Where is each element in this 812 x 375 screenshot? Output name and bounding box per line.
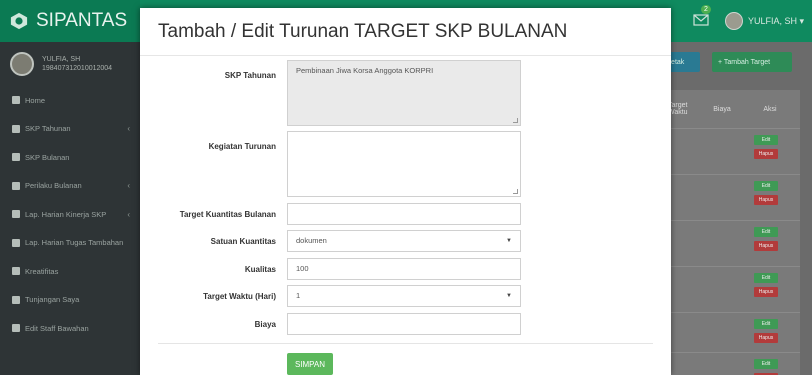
menu-icon (12, 124, 20, 133)
user-menu[interactable]: YULFIA, SH ▾ (724, 12, 804, 30)
topbar-right: 2 YULFIA, SH ▾ (693, 0, 804, 42)
menu-icon (12, 181, 20, 190)
target-waktu-value: 1 (296, 291, 301, 300)
menu-icon (12, 238, 20, 247)
sidebar-item-label: Lap. Harian Tugas Tambahan (25, 238, 124, 248)
kualitas-input[interactable]: 100 (287, 258, 521, 280)
biaya-label: Biaya (254, 320, 276, 329)
skp-tahunan-field: Pembinaan Jiwa Korsa Anggota KORPRI (287, 60, 521, 126)
chevron-down-icon: ▼ (506, 238, 512, 244)
chevron-left-icon: ‹ (127, 124, 130, 134)
user-nip: 198407312010012004 (42, 65, 113, 72)
kegiatan-turunan-label: Kegiatan Turunan (208, 142, 276, 151)
user-name: YULFIA, SH (42, 56, 81, 63)
sidebar-item-label: SKP Tahunan (25, 124, 71, 134)
target-table: Target Waktu Biaya Aksi Edit Hapus Edit Hap… (668, 90, 800, 375)
menu-icon (12, 153, 20, 162)
sidebar-item-label: Kreatifitas (25, 266, 59, 276)
table-header-target-waktu: Target Waktu (668, 102, 688, 116)
resize-grip-icon (513, 118, 518, 123)
table-header-biaya: Biaya (713, 105, 731, 113)
sidebar-item-label: Tunjangan Saya (25, 295, 80, 305)
chevron-left-icon: ‹ (127, 181, 130, 191)
modal-divider (158, 343, 653, 344)
table-row: Edit Hapus (668, 312, 800, 352)
edit-button[interactable]: Edit (754, 319, 778, 329)
delete-button[interactable]: Hapus (754, 149, 778, 159)
kualitas-label: Kualitas (244, 265, 276, 274)
delete-button[interactable]: Hapus (754, 241, 778, 251)
sidebar-item-label: SKP Bulanan (25, 152, 70, 162)
satuan-kuantitas-value: dokumen (296, 236, 327, 245)
chevron-down-icon: ▼ (506, 293, 512, 299)
avatar (724, 12, 743, 30)
edit-button[interactable]: Edit (754, 181, 778, 191)
menu-icon (12, 267, 20, 276)
table-header-aksi: Aksi (763, 105, 777, 113)
table-row: EditHapus (668, 352, 800, 375)
target-waktu-label: Target Waktu (Hari) (203, 292, 276, 301)
notification-badge: 2 (700, 5, 711, 14)
table-row: Edit Hapus (668, 174, 800, 220)
edit-button[interactable]: Edit (754, 227, 778, 237)
sidebar-item-label: Home (25, 95, 46, 105)
biaya-input[interactable] (287, 313, 521, 335)
delete-button[interactable]: Hapus (754, 333, 778, 343)
app-brand[interactable]: SIPANTAS (0, 0, 140, 42)
delete-button[interactable]: Hapus (754, 287, 778, 297)
table-row: Edit Hapus (668, 128, 800, 174)
skp-tahunan-value: Pembinaan Jiwa Korsa Anggota KORPRI (296, 66, 434, 75)
table-row: Edit Hapus (668, 266, 800, 312)
satuan-kuantitas-select[interactable]: dokumen ▼ (287, 230, 521, 252)
edit-button[interactable]: Edit (754, 273, 778, 283)
menu-icon (12, 324, 20, 333)
app-title: SIPANTAS (36, 10, 128, 31)
delete-button[interactable]: Hapus (754, 195, 778, 205)
user-menu-label: YULFIA, SH ▾ (747, 15, 804, 26)
user-info: YULFIA, SH 198407312010012004 (42, 55, 112, 73)
sidebar: YULFIA, SH 198407312010012004 Home SKP Ta… (0, 42, 140, 375)
modal-header: Tambah / Edit Turunan TARGET SKP BULANAN (140, 8, 671, 56)
sidebar-item[interactable]: Edit Staff Bawahan (0, 314, 140, 343)
satuan-kuantitas-label: Satuan Kuantitas (210, 237, 276, 246)
table-row: Edit Hapus (668, 220, 800, 266)
add-target-button[interactable]: + Tambah Target (712, 52, 792, 72)
kegiatan-turunan-field[interactable] (287, 131, 521, 197)
avatar (10, 52, 34, 76)
target-kuantitas-label: Target Kuantitas Bulanan (179, 210, 276, 219)
logo-icon (10, 12, 28, 30)
sidebar-item-label: Lap. Harian Kinerja SKP (25, 209, 107, 219)
sidebar-item[interactable]: SKP Bulanan (0, 143, 140, 172)
resize-grip-icon (513, 189, 518, 194)
kualitas-value: 100 (296, 264, 309, 273)
sidebar-item-label: Edit Staff Bawahan (25, 323, 89, 333)
mail-icon[interactable]: 2 (693, 5, 713, 29)
edit-target-modal: Tambah / Edit Turunan TARGET SKP BULANAN… (140, 8, 671, 375)
skp-tahunan-label: SKP Tahunan (224, 71, 276, 80)
modal-title: Tambah / Edit Turunan TARGET SKP BULANAN (158, 20, 568, 42)
target-kuantitas-input[interactable] (287, 203, 521, 225)
sidebar-item[interactable]: Tunjangan Saya (0, 286, 140, 315)
edit-button[interactable]: Edit (754, 135, 778, 145)
chevron-left-icon: ‹ (127, 209, 130, 219)
sidebar-item-label: Perilaku Bulanan (25, 181, 82, 191)
menu-icon (12, 210, 20, 219)
user-panel: YULFIA, SH 198407312010012004 (0, 42, 140, 86)
sidebar-item[interactable]: Kreatifitas (0, 257, 140, 286)
edit-button[interactable]: Edit (754, 359, 778, 369)
save-button[interactable]: SIMPAN (287, 353, 333, 375)
menu-icon (12, 96, 20, 105)
sidebar-item[interactable]: SKP Tahunan ‹ (0, 115, 140, 144)
menu-icon (12, 295, 20, 304)
sidebar-menu: Home SKP Tahunan ‹ SKP Bulanan Perilaku Bula… (0, 86, 140, 343)
target-waktu-select[interactable]: 1 ▼ (287, 285, 521, 307)
sidebar-item[interactable]: Lap. Harian Tugas Tambahan (0, 229, 140, 258)
sidebar-item[interactable]: Lap. Harian Kinerja SKP ‹ (0, 200, 140, 229)
sidebar-item[interactable]: Perilaku Bulanan ‹ (0, 172, 140, 201)
sidebar-item[interactable]: Home (0, 86, 140, 115)
